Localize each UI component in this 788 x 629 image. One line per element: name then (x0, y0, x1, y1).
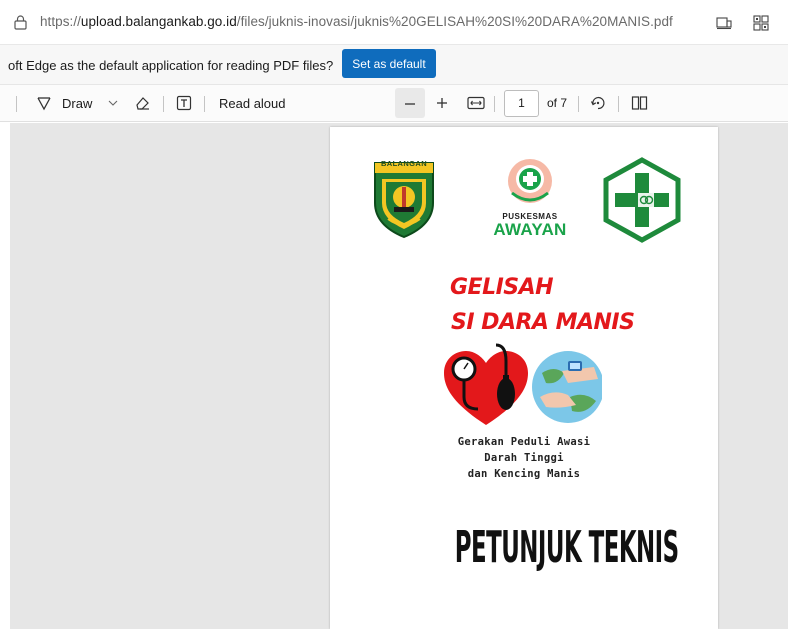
page-number-input[interactable]: 1 (504, 90, 539, 117)
toolbar-separator (16, 96, 17, 112)
toolbar-separator (494, 96, 495, 112)
rotate-icon[interactable] (590, 95, 606, 111)
apps-icon[interactable] (752, 14, 770, 32)
toolbar-separator (578, 96, 579, 112)
health-illustration (444, 343, 602, 425)
draw-icon[interactable] (36, 95, 52, 111)
toolbar-separator (618, 96, 619, 112)
page-count: of 7 (547, 96, 568, 110)
fit-width-icon[interactable] (467, 96, 485, 110)
draw-label[interactable]: Draw (62, 96, 92, 111)
url-scheme: https:// (40, 14, 81, 29)
pdf-page[interactable]: BALANGAN PUSKESMAS AWAYAN GELISAH SI DAR… (330, 127, 718, 629)
eraser-icon[interactable] (134, 94, 151, 111)
read-mode-icon[interactable] (716, 16, 732, 30)
caption-line-1: Gerakan Peduli Awasi (457, 436, 591, 448)
minus-icon (405, 103, 415, 105)
toolbar-separator (163, 96, 164, 112)
toolbar-separator (204, 96, 205, 112)
notification-text: oft Edge as the default application for … (8, 58, 334, 73)
balangan-label: BALANGAN (380, 159, 428, 168)
url-field[interactable]: https://upload.balangankab.go.id/files/j… (40, 14, 673, 29)
pdf-toolbar (0, 84, 788, 122)
lock-icon[interactable] (14, 15, 27, 30)
set-as-default-button[interactable]: Set as default (342, 49, 436, 78)
caption-line-3: dan Kencing Manis (467, 468, 581, 480)
address-bar: https://upload.balangankab.go.id/files/j… (0, 0, 788, 44)
caption-line-2: Darah Tinggi (484, 452, 564, 464)
health-cross-logo (603, 157, 681, 243)
title-line-1: GELISAH (450, 275, 554, 300)
url-path: /files/juknis-inovasi/juknis%20GELISAH%2… (236, 14, 673, 29)
text-box-icon[interactable] (176, 95, 192, 111)
plus-icon[interactable] (435, 96, 449, 110)
puskesmas-name: AWAYAN (493, 220, 567, 239)
chevron-down-icon[interactable] (108, 99, 118, 107)
read-aloud-button[interactable]: Read aloud (219, 96, 286, 111)
url-host: upload.balangankab.go.id (80, 14, 237, 29)
headline-petunjuk-teknis: PETUNJUK TEKNIS (454, 522, 679, 573)
title-line-2: SI DARA MANIS (451, 310, 635, 335)
balangan-emblem-logo (374, 162, 434, 239)
page-view-icon[interactable] (631, 95, 648, 111)
